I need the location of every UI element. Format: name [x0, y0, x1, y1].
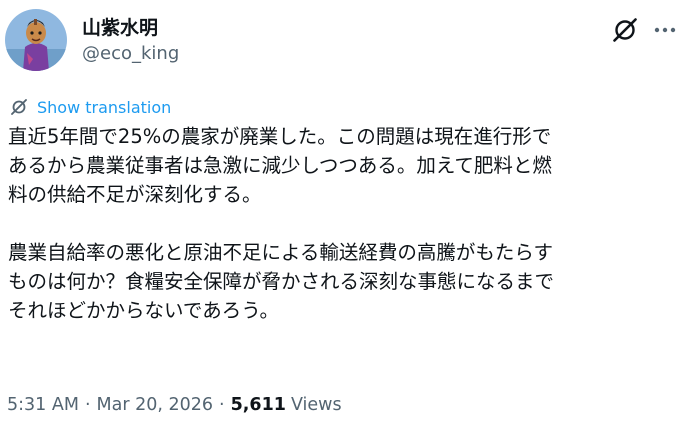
meta-separator: ·: [84, 395, 91, 415]
paragraph-break: [8, 209, 680, 238]
author-handle[interactable]: @eco_king: [82, 43, 179, 64]
post-line: 直近5年間で25%の農家が廃業した。この問題は現在進行形で: [8, 125, 552, 148]
translate-icon: [11, 99, 27, 115]
post-meta: 5:31 AM · Mar 20, 2026 · 5,611 Views: [7, 395, 342, 415]
post-text: 直近5年間で25%の農家が廃業した。この問題は現在進行形で あるから農業従事者は…: [8, 122, 680, 325]
views-label: Views: [290, 395, 342, 415]
grok-button[interactable]: [608, 13, 642, 47]
avatar[interactable]: [5, 9, 67, 71]
show-translation-label: Show translation: [37, 97, 172, 117]
grok-icon: [613, 18, 637, 42]
post-time[interactable]: 5:31 AM: [7, 395, 79, 415]
post-line: あるから農業従事者は急激に減少しつつある。加えて肥料と燃: [8, 154, 552, 177]
author-name[interactable]: 山紫水明: [82, 13, 158, 40]
post-line: 農業自給率の悪化と原油不足による輸送経費の高騰がもたらす: [8, 241, 554, 264]
post-line: 料の供給不足が深刻化する。: [8, 183, 262, 206]
show-translation-link[interactable]: Show translation: [9, 95, 171, 119]
post-line: それほどかからないであろう。: [8, 299, 280, 322]
avatar-image: [5, 9, 67, 71]
post-line: ものは何か？食糧安全保障が脅かされる深刻な事態になるまで: [8, 270, 555, 293]
meta-separator: ·: [219, 395, 225, 415]
post-date[interactable]: Mar 20, 2026: [97, 395, 214, 415]
more-icon: [654, 27, 676, 33]
views-count: 5,611: [230, 395, 286, 415]
more-options-button[interactable]: [648, 13, 682, 47]
